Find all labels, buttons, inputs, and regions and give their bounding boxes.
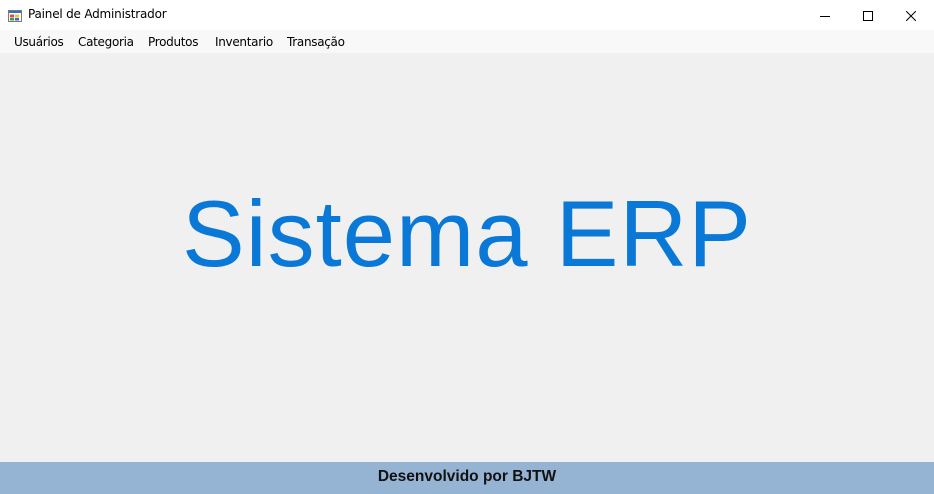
menu-item-usuarios[interactable]: Usuários	[7, 30, 70, 54]
admin-window: Painel de Administrador Usuários Categor…	[0, 0, 934, 494]
system-title: Sistema ERP	[182, 181, 752, 286]
menu-item-transacao[interactable]: Transação	[280, 30, 352, 54]
title-bar[interactable]: Painel de Administrador	[0, 0, 934, 30]
main-panel: Sistema ERP	[0, 54, 934, 462]
close-button[interactable]	[888, 0, 934, 30]
minimize-icon	[820, 6, 830, 25]
window-title: Painel de Administrador	[28, 7, 167, 21]
maximize-button[interactable]	[845, 0, 891, 30]
menu-item-produtos[interactable]: Produtos	[141, 30, 205, 54]
close-icon	[905, 6, 917, 25]
form-icon[interactable]	[8, 8, 22, 22]
menu-bar: Usuários Categoria Produtos Inventario T…	[0, 30, 934, 54]
menu-item-inventario[interactable]: Inventario	[208, 30, 280, 54]
footer-credit: Desenvolvido por BJTW	[0, 462, 934, 494]
menu-item-categoria[interactable]: Categoria	[71, 30, 141, 54]
maximize-icon	[863, 6, 873, 25]
minimize-button[interactable]	[802, 0, 848, 30]
